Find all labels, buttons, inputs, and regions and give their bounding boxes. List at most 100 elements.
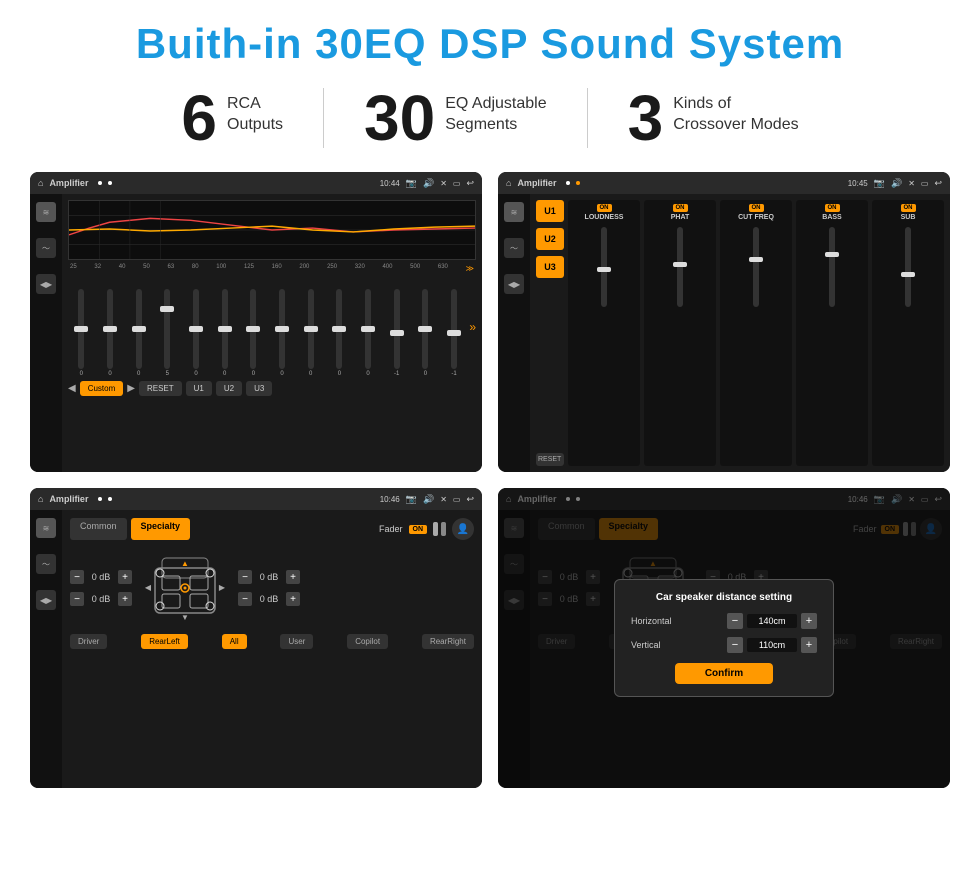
eq-sidebar-icon-2[interactable]: 〜	[36, 238, 56, 258]
spec-sidebar-icon-3[interactable]: ◀▶	[36, 590, 56, 610]
amp-sidebar-icon-3[interactable]: ◀▶	[504, 274, 524, 294]
svg-text:▼: ▼	[181, 613, 189, 622]
tab-specialty[interactable]: Specialty	[131, 518, 191, 540]
eq-slider-10[interactable]: 0	[355, 289, 382, 377]
eq-slider-13[interactable]: -1	[441, 289, 468, 377]
reset-btn-1[interactable]: RESET	[139, 381, 182, 396]
bass-label: BASS	[822, 214, 841, 221]
eq-slider-1[interactable]: 0	[97, 289, 124, 377]
dot5	[98, 497, 102, 501]
reset-btn-amp[interactable]: RESET	[536, 453, 564, 466]
bass-slider[interactable]	[829, 227, 835, 307]
rearright-btn[interactable]: RearRight	[422, 634, 474, 649]
window-icon-3: ▭	[453, 495, 461, 504]
eq-slider-7[interactable]: 0	[269, 289, 296, 377]
close-icon-1: ✕	[440, 179, 447, 188]
eq-slider-11[interactable]: -1	[383, 289, 410, 377]
user-btn[interactable]: User	[280, 634, 313, 649]
tab-common[interactable]: Common	[70, 518, 127, 540]
eq-slider-8[interactable]: 0	[297, 289, 324, 377]
db-val-lb: 0 dB	[87, 594, 115, 604]
screen1-time: 10:44	[380, 179, 400, 188]
u3-btn[interactable]: U3	[246, 381, 272, 396]
spec-sidebar-icon-1[interactable]: ≋	[36, 518, 56, 538]
amp-sidebar-icon-1[interactable]: ≋	[504, 202, 524, 222]
loudness-slider[interactable]	[601, 227, 607, 307]
sub-slider[interactable]	[905, 227, 911, 307]
page-title: Buith-in 30EQ DSP Sound System	[30, 20, 950, 68]
cutfreq-slider[interactable]	[753, 227, 759, 307]
minus-btn-lb[interactable]: −	[70, 592, 84, 606]
eq-slider-4[interactable]: 0	[183, 289, 210, 377]
preset-custom[interactable]: Custom	[80, 381, 124, 396]
home-icon-3: ⌂	[38, 494, 43, 504]
eq-slider-3[interactable]: 5	[154, 289, 181, 377]
screenshots-grid: ⌂ Amplifier 10:44 📷 🔊 ✕ ▭ ↩ ≋ 〜 ◀▶	[30, 172, 950, 788]
db-control-rb: − 0 dB +	[238, 592, 300, 606]
horizontal-plus[interactable]: +	[801, 613, 817, 629]
dot4	[576, 181, 580, 185]
dialog-vertical-value: − 110cm +	[727, 637, 817, 653]
eq-slider-2[interactable]: 0	[125, 289, 152, 377]
eq-expand-arrow[interactable]: »	[469, 320, 476, 334]
amp-sidebar-icon-2[interactable]: 〜	[504, 238, 524, 258]
confirm-button[interactable]: Confirm	[675, 663, 773, 684]
freq-labels: 2532405063 80100125160200 25032040050063…	[68, 264, 476, 273]
eq-slider-12[interactable]: 0	[412, 289, 439, 377]
fader-on-btn[interactable]: ON	[409, 525, 428, 534]
volume-icon-2: 🔊	[891, 178, 902, 189]
plus-btn-rt[interactable]: +	[286, 570, 300, 584]
plus-btn-rb[interactable]: +	[286, 592, 300, 606]
eq-left-sidebar: ≋ 〜 ◀▶	[30, 194, 62, 472]
loudness-on[interactable]: ON	[597, 204, 612, 212]
plus-btn-lb[interactable]: +	[118, 592, 132, 606]
back-icon-3: ↩	[466, 494, 474, 505]
u3-button[interactable]: U3	[536, 256, 564, 278]
eq-slider-9[interactable]: 0	[326, 289, 353, 377]
cutfreq-on[interactable]: ON	[749, 204, 764, 212]
vertical-minus[interactable]: −	[727, 637, 743, 653]
amp-left-sidebar: ≋ 〜 ◀▶	[498, 194, 530, 472]
horizontal-minus[interactable]: −	[727, 613, 743, 629]
svg-text:▲: ▲	[181, 559, 189, 568]
fader-s1	[433, 522, 438, 536]
copilot-btn[interactable]: Copilot	[347, 634, 388, 649]
screen-dialog: ⌂ Amplifier 10:46 📷 🔊 ✕ ▭ ↩ ≋ 〜 ◀▶	[498, 488, 950, 788]
phat-on[interactable]: ON	[673, 204, 688, 212]
all-btn[interactable]: All	[222, 634, 247, 649]
prev-btn[interactable]: ◀	[68, 383, 76, 394]
eq-sidebar-icon-3[interactable]: ◀▶	[36, 274, 56, 294]
user-icon-btn[interactable]: 👤	[452, 518, 474, 540]
eq-sidebar-icon-1[interactable]: ≋	[36, 202, 56, 222]
sub-on[interactable]: ON	[901, 204, 916, 212]
close-icon-2: ✕	[908, 179, 915, 188]
next-btn[interactable]: ▶	[127, 383, 135, 394]
vertical-plus[interactable]: +	[801, 637, 817, 653]
spec-sidebar-icon-2[interactable]: 〜	[36, 554, 56, 574]
plus-btn-lt[interactable]: +	[118, 570, 132, 584]
db-control-rt: − 0 dB +	[238, 570, 300, 584]
camera-icon-3: 📷	[406, 494, 417, 505]
stat-label-rca: RCA Outputs	[227, 86, 283, 136]
u2-button[interactable]: U2	[536, 228, 564, 250]
eq-slider-5[interactable]: 0	[211, 289, 238, 377]
minus-btn-lt[interactable]: −	[70, 570, 84, 584]
minus-btn-rb[interactable]: −	[238, 592, 252, 606]
page-wrapper: Buith-in 30EQ DSP Sound System 6 RCA Out…	[0, 0, 980, 808]
minus-btn-rt[interactable]: −	[238, 570, 252, 584]
screen3-title: Amplifier	[49, 494, 88, 504]
rearleft-btn[interactable]: RearLeft	[141, 634, 188, 649]
u1-btn[interactable]: U1	[186, 381, 212, 396]
driver-btn[interactable]: Driver	[70, 634, 107, 649]
u2-btn[interactable]: U2	[216, 381, 242, 396]
phat-slider[interactable]	[677, 227, 683, 307]
loudness-thumb	[597, 267, 611, 272]
dialog-title: Car speaker distance setting	[631, 592, 817, 603]
loudness-label: LOUDNESS	[585, 214, 624, 221]
spec-tabs: Common Specialty Fader ON 👤	[70, 518, 474, 540]
eq-slider-6[interactable]: 0	[240, 289, 267, 377]
eq-slider-0[interactable]: 0	[68, 289, 95, 377]
u1-button[interactable]: U1	[536, 200, 564, 222]
stat-number-rca: 6	[181, 86, 217, 150]
bass-on[interactable]: ON	[825, 204, 840, 212]
